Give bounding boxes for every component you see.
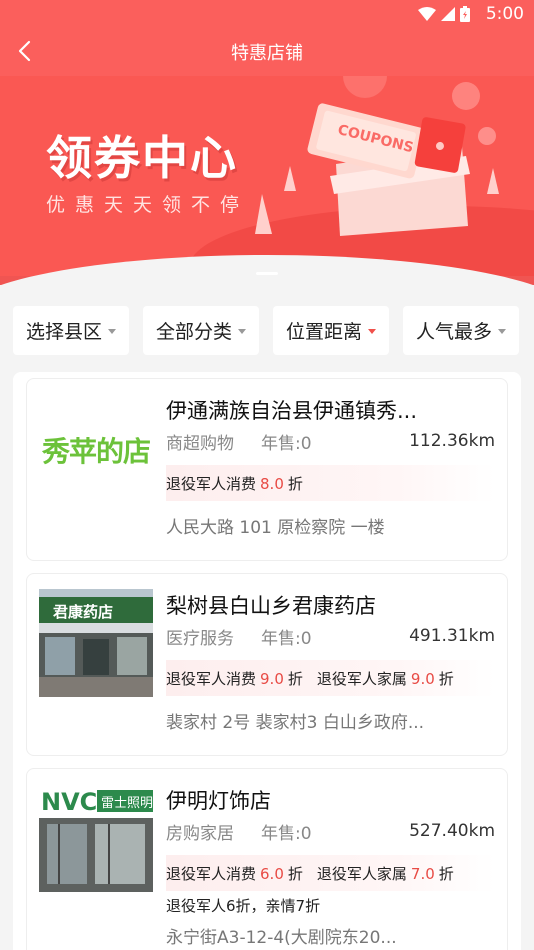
shop-photo: 君康药店 xyxy=(39,589,153,697)
filter-distance[interactable]: 位置距离 xyxy=(273,306,389,355)
coupon-banner[interactable]: COUPONS 领券中心 优惠天天领不停 xyxy=(0,76,534,276)
filter-label: 选择县区 xyxy=(25,321,102,343)
shop-logo: 秀苹的店 xyxy=(39,394,153,502)
discount-item: 退役军人消费 6.0 折 xyxy=(166,864,303,883)
filter-label: 位置距离 xyxy=(285,321,362,343)
shop-name: 伊通满族自治县伊通镇秀... xyxy=(166,399,418,423)
shop-card[interactable]: 秀苹的店 伊通满族自治县伊通镇秀... 商超购物 年售:0 112.36km 退… xyxy=(26,378,508,561)
shop-category: 医疗服务 xyxy=(166,629,234,649)
shop-category: 房购家居 xyxy=(166,824,234,844)
discount-item: 退役军人消费 9.0 折 xyxy=(166,669,303,688)
shop-list: 秀苹的店 伊通满族自治县伊通镇秀... 商超购物 年售:0 112.36km 退… xyxy=(13,372,521,950)
shop-address: 永宁街A3-12-4(大剧院东20... xyxy=(166,928,397,948)
shop-sales: 年售:0 xyxy=(261,434,312,454)
discount-item: 退役军人家属 9.0 折 xyxy=(316,669,454,688)
caret-down-icon xyxy=(108,329,116,334)
header-area: 5:00 特惠店铺 COUPONS 领券中心 优惠天天领不停 xyxy=(0,0,534,285)
carousel-indicator xyxy=(256,272,278,275)
discount-item: 退役军人消费 8.0 折 xyxy=(166,474,303,493)
shop-sales: 年售:0 xyxy=(261,629,312,649)
wifi-icon xyxy=(418,7,436,21)
shop-card[interactable]: 君康药店 梨树县白山乡君康药店 医疗服务 年售:0 491.31km 退役军人消… xyxy=(26,573,508,756)
shop-address: 裴家村 2号 裴家村3 白山乡政府... xyxy=(166,713,425,733)
filter-category[interactable]: 全部分类 xyxy=(143,306,259,355)
signal-icon xyxy=(441,7,455,21)
shop-card[interactable]: NVC 雷士照明 伊明灯饰店 房购家居 年售:0 527.40km 退役军人消费… xyxy=(26,768,508,950)
shop-name: 梨树县白山乡君康药店 xyxy=(166,594,376,618)
nav-bar: 特惠店铺 xyxy=(0,28,534,74)
svg-text:君康药店: 君康药店 xyxy=(53,603,113,621)
clock: 5:00 xyxy=(485,4,524,24)
filter-popularity[interactable]: 人气最多 xyxy=(403,306,519,355)
shop-address: 人民大路 101 原检察院 一楼 xyxy=(166,518,385,538)
discount-row: 退役军人消费 8.0 折 xyxy=(166,465,495,501)
discount-row: 退役军人消费 6.0 折 退役军人家属 7.0 折 xyxy=(166,855,495,891)
svg-text:雷士照明: 雷士照明 xyxy=(101,796,153,811)
filter-label: 全部分类 xyxy=(155,321,232,343)
banner-title: 领券中心 xyxy=(46,131,238,185)
filter-label: 人气最多 xyxy=(415,321,492,343)
shop-logo-text: 秀苹的店 xyxy=(41,435,151,468)
banner-subtitle: 优惠天天领不停 xyxy=(46,194,250,216)
discount-note: 退役军人6折，亲情7折 xyxy=(166,897,321,915)
status-bar: 5:00 xyxy=(0,0,534,28)
caret-down-icon xyxy=(368,329,376,334)
discount-item: 退役军人家属 7.0 折 xyxy=(316,864,454,883)
caret-down-icon xyxy=(498,329,506,334)
battery-icon xyxy=(460,6,470,22)
shop-distance: 491.31km xyxy=(409,626,495,646)
page-title: 特惠店铺 xyxy=(231,43,303,64)
filter-county[interactable]: 选择县区 xyxy=(13,306,129,355)
shop-sales: 年售:0 xyxy=(261,824,312,844)
shop-name: 伊明灯饰店 xyxy=(166,789,271,813)
shop-distance: 527.40km xyxy=(409,821,495,841)
shop-photo: NVC 雷士照明 xyxy=(39,784,153,892)
status-icons xyxy=(418,6,470,22)
shop-category: 商超购物 xyxy=(166,434,234,454)
filter-bar: 选择县区 全部分类 位置距离 人气最多 xyxy=(13,306,521,355)
shop-distance: 112.36km xyxy=(409,431,495,451)
discount-row: 退役军人消费 9.0 折 退役军人家属 9.0 折 xyxy=(166,660,495,696)
svg-text:NVC: NVC xyxy=(41,788,97,816)
caret-down-icon xyxy=(238,329,246,334)
